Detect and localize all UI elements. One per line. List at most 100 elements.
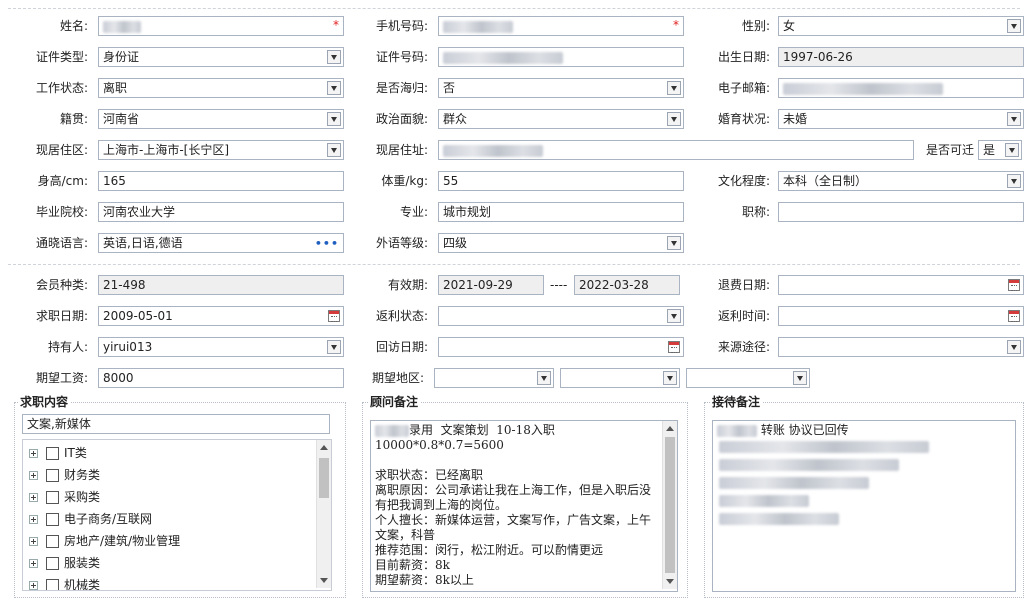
work-status-select[interactable]: 离职 xyxy=(98,78,344,98)
marital-status-select[interactable]: 未婚 xyxy=(778,109,1024,129)
overseas-return-value: 否 xyxy=(443,81,456,95)
calendar-icon[interactable] xyxy=(328,310,340,322)
chevron-down-icon[interactable] xyxy=(667,309,681,323)
chevron-down-icon[interactable] xyxy=(327,50,341,64)
chevron-down-icon[interactable] xyxy=(1007,19,1021,33)
holder-select[interactable]: yirui013 xyxy=(98,337,344,357)
political-status-select[interactable]: 群众 xyxy=(438,109,684,129)
gender-value: 女 xyxy=(783,19,796,33)
plus-icon[interactable] xyxy=(29,537,38,546)
overseas-return-select[interactable]: 否 xyxy=(438,78,684,98)
chevron-down-icon[interactable] xyxy=(1005,143,1019,157)
plus-icon[interactable] xyxy=(29,559,38,568)
id-type-select[interactable]: 身份证 xyxy=(98,47,344,67)
education-select[interactable]: 本科（全日制） xyxy=(778,171,1024,191)
scroll-up-icon[interactable] xyxy=(666,426,674,431)
gender-select[interactable]: 女 xyxy=(778,16,1024,36)
chevron-down-icon[interactable] xyxy=(793,371,807,385)
chevron-down-icon[interactable] xyxy=(667,81,681,95)
advisor-notes-textarea[interactable]: 录用 文案策划 10-18入职 10000*0.8*0.7=5600 求职状态：… xyxy=(370,420,678,592)
job-content-field[interactable]: 文案,新媒体 xyxy=(22,414,330,434)
reception-notes-textarea[interactable]: 转账 协议已回传 xyxy=(712,420,1016,592)
expected-area-city-select[interactable] xyxy=(560,368,680,388)
overseas-return-label: 是否海归: xyxy=(375,81,428,95)
calendar-icon[interactable] xyxy=(1008,310,1020,322)
scroll-thumb[interactable] xyxy=(665,437,675,573)
refund-date-field[interactable] xyxy=(778,275,1024,295)
calendar-icon[interactable] xyxy=(668,341,680,353)
rebate-status-label: 返利状态: xyxy=(375,309,428,323)
job-date-field[interactable]: 2009-05-01 xyxy=(98,306,344,326)
scroll-up-icon[interactable] xyxy=(320,445,328,450)
chevron-down-icon[interactable] xyxy=(327,81,341,95)
height-field[interactable]: 165 xyxy=(98,171,344,191)
source-select[interactable] xyxy=(778,337,1024,357)
validity-end-field: 2022-03-28 xyxy=(574,275,680,295)
validity-label: 有效期: xyxy=(387,278,428,292)
validity-start-field: 2021-09-29 xyxy=(438,275,544,295)
chevron-down-icon[interactable] xyxy=(327,340,341,354)
chevron-down-icon[interactable] xyxy=(667,236,681,250)
tree-item-it[interactable]: IT类 xyxy=(29,442,87,464)
tree-item-label: 房地产/建筑/物业管理 xyxy=(64,534,181,548)
residence-area-select[interactable]: 上海市-上海市-[长宁区] xyxy=(98,140,344,160)
chevron-down-icon[interactable] xyxy=(1007,112,1021,126)
expected-area-province-select[interactable] xyxy=(434,368,554,388)
plus-icon[interactable] xyxy=(29,493,38,502)
plus-icon[interactable] xyxy=(29,471,38,480)
checkbox[interactable] xyxy=(46,491,59,504)
tree-item-ecommerce[interactable]: 电子商务/互联网 xyxy=(29,508,152,530)
native-place-select[interactable]: 河南省 xyxy=(98,109,344,129)
checkbox[interactable] xyxy=(46,535,59,548)
tree-item-machinery[interactable]: 机械类 xyxy=(29,574,100,590)
plus-icon[interactable] xyxy=(29,581,38,590)
foreign-level-select[interactable]: 四级 xyxy=(438,233,684,253)
chevron-down-icon[interactable] xyxy=(663,371,677,385)
checkbox[interactable] xyxy=(46,579,59,590)
birth-date-label: 出生日期: xyxy=(717,50,770,64)
phone-label: 手机号码: xyxy=(375,19,428,33)
chevron-down-icon[interactable] xyxy=(667,112,681,126)
tree-scrollbar[interactable] xyxy=(316,440,331,588)
expected-area-district-select[interactable] xyxy=(686,368,810,388)
school-field[interactable]: 河南农业大学 xyxy=(98,202,344,222)
tree-item-finance[interactable]: 财务类 xyxy=(29,464,100,486)
name-field[interactable]: * xyxy=(98,16,344,36)
category-tree: IT类 财务类 采购类 电子商务/互联网 房地产/建筑/物业管理 服装类 机械类 xyxy=(22,439,332,591)
chevron-down-icon[interactable] xyxy=(327,112,341,126)
chevron-down-icon[interactable] xyxy=(327,143,341,157)
rebate-status-select[interactable] xyxy=(438,306,684,326)
scroll-down-icon[interactable] xyxy=(320,578,328,583)
languages-field[interactable]: 英语,日语,德语 ••• xyxy=(98,233,344,253)
redacted-text xyxy=(443,20,513,33)
weight-field[interactable]: 55 xyxy=(438,171,684,191)
revisit-date-field[interactable] xyxy=(438,337,684,357)
major-field[interactable]: 城市规划 xyxy=(438,202,684,222)
tree-item-purchasing[interactable]: 采购类 xyxy=(29,486,100,508)
scroll-down-icon[interactable] xyxy=(666,579,674,584)
calendar-icon[interactable] xyxy=(1008,279,1020,291)
tree-item-realestate[interactable]: 房地产/建筑/物业管理 xyxy=(29,530,180,552)
checkbox[interactable] xyxy=(46,513,59,526)
relocatable-select[interactable]: 是 xyxy=(978,140,1022,160)
residence-address-field[interactable] xyxy=(438,140,914,160)
ellipsis-icon[interactable]: ••• xyxy=(315,237,339,251)
rebate-time-field[interactable] xyxy=(778,306,1024,326)
scroll-thumb[interactable] xyxy=(319,458,329,498)
checkbox[interactable] xyxy=(46,447,59,460)
id-number-field[interactable] xyxy=(438,47,684,67)
phone-field[interactable]: * xyxy=(438,16,684,36)
title-field[interactable] xyxy=(778,202,1024,222)
expected-salary-field[interactable]: 8000 xyxy=(98,368,344,388)
checkbox[interactable] xyxy=(46,557,59,570)
chevron-down-icon[interactable] xyxy=(537,371,551,385)
chevron-down-icon[interactable] xyxy=(1007,174,1021,188)
notes-scrollbar[interactable] xyxy=(662,421,677,589)
redacted-text xyxy=(719,513,839,525)
plus-icon[interactable] xyxy=(29,515,38,524)
email-field[interactable] xyxy=(778,78,1024,98)
chevron-down-icon[interactable] xyxy=(1007,340,1021,354)
plus-icon[interactable] xyxy=(29,449,38,458)
tree-item-apparel[interactable]: 服装类 xyxy=(29,552,100,574)
checkbox[interactable] xyxy=(46,469,59,482)
